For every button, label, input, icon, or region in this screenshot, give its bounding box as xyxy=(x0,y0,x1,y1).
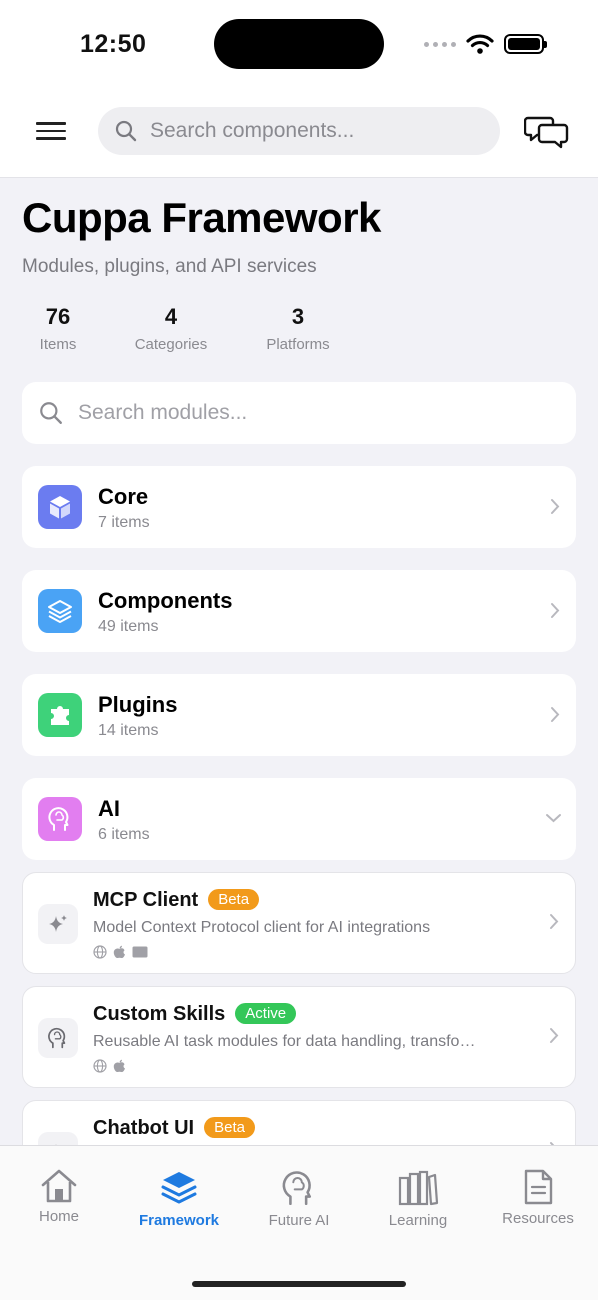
tab-resources[interactable]: Resources xyxy=(483,1168,593,1227)
layers-icon xyxy=(161,1172,197,1204)
category-count: 6 items xyxy=(98,826,150,843)
module-name: MCP Client xyxy=(93,889,199,911)
status-time: 12:50 xyxy=(80,30,147,58)
platform-icons xyxy=(93,1059,126,1073)
home-icon xyxy=(41,1169,77,1203)
platform-icons xyxy=(93,945,148,959)
home-indicator[interactable] xyxy=(192,1281,406,1287)
chat-bubbles-icon xyxy=(523,116,569,149)
brain-icon xyxy=(38,1018,78,1058)
tab-future-ai[interactable]: Future AI xyxy=(244,1168,354,1229)
category-ai[interactable]: AI 6 items xyxy=(22,778,576,860)
stat-categories: 4 Categories xyxy=(126,304,216,353)
tab-label: Resources xyxy=(502,1210,574,1227)
stat-value: 76 xyxy=(45,304,71,329)
status-icons xyxy=(424,30,547,58)
dynamic-island xyxy=(214,19,384,69)
category-count: 14 items xyxy=(98,722,159,739)
brain-icon xyxy=(282,1171,311,1205)
category-name: AI xyxy=(98,796,120,821)
tab-bar: Home Framework Future AI Learning Resour… xyxy=(0,1145,598,1300)
tab-label: Framework xyxy=(138,1212,220,1229)
module-description: Reusable AI task modules for data handli… xyxy=(93,1033,476,1050)
module-search-placeholder: Search modules... xyxy=(78,401,248,424)
battery-icon xyxy=(504,34,547,54)
chevron-right-icon xyxy=(551,707,560,722)
component-search-input[interactable]: Search components... xyxy=(98,107,500,155)
page-title: Cuppa Framework xyxy=(22,194,381,241)
tab-label: Learning xyxy=(388,1212,448,1229)
signal-icon xyxy=(424,41,456,47)
chevron-right-icon xyxy=(551,603,560,618)
tab-framework[interactable]: Framework xyxy=(124,1168,234,1229)
module-name: Custom Skills xyxy=(93,1003,226,1025)
globe-icon xyxy=(93,945,107,959)
tab-home[interactable]: Home xyxy=(4,1168,114,1225)
tab-label: Future AI xyxy=(268,1212,330,1229)
stat-value: 3 xyxy=(291,304,305,329)
stat-label: Items xyxy=(39,336,77,353)
layers-icon xyxy=(38,589,82,633)
module-description: Model Context Protocol client for AI int… xyxy=(93,919,431,936)
category-name: Plugins xyxy=(98,692,178,717)
apple-icon xyxy=(113,945,125,959)
status-badge: Beta xyxy=(204,1117,255,1138)
cube-icon xyxy=(38,485,82,529)
sparkles-icon xyxy=(38,904,78,944)
menu-button[interactable] xyxy=(36,122,68,142)
search-icon xyxy=(40,402,62,424)
stat-label: Platforms xyxy=(266,336,330,353)
category-name: Core xyxy=(98,484,149,509)
stat-label: Categories xyxy=(134,336,208,353)
stat-value: 4 xyxy=(164,304,178,329)
stat-platforms: 3 Platforms xyxy=(258,304,338,353)
globe-icon xyxy=(93,1059,107,1073)
desktop-icon xyxy=(132,946,148,958)
stat-items: 76 Items xyxy=(30,304,86,353)
category-core[interactable]: Core 7 items xyxy=(22,466,576,548)
page-subtitle: Modules, plugins, and API services xyxy=(22,256,317,277)
tab-label: Home xyxy=(38,1208,79,1225)
category-count: 7 items xyxy=(98,514,150,531)
status-badge: Beta xyxy=(208,889,260,910)
brain-icon xyxy=(38,797,82,841)
chevron-right-icon xyxy=(551,499,560,514)
tab-learning[interactable]: Learning xyxy=(363,1168,473,1229)
document-icon xyxy=(524,1169,553,1205)
category-name: Components xyxy=(98,588,233,613)
module-item-mcp-client[interactable]: MCP Client Beta Model Context Protocol cl… xyxy=(22,872,576,974)
category-components[interactable]: Components 49 items xyxy=(22,570,576,652)
category-count: 49 items xyxy=(98,618,159,635)
category-plugins[interactable]: Plugins 14 items xyxy=(22,674,576,756)
chat-button[interactable] xyxy=(523,112,570,152)
search-icon xyxy=(115,120,137,142)
chevron-right-icon xyxy=(550,1028,559,1043)
hamburger-icon xyxy=(36,122,66,125)
module-name: Chatbot UI xyxy=(93,1117,195,1139)
apple-icon xyxy=(113,1059,125,1073)
module-title: Custom Skills Active xyxy=(93,1003,297,1026)
books-icon xyxy=(398,1170,439,1206)
wifi-icon xyxy=(466,34,494,54)
top-bar: 12:50 Search components... xyxy=(0,0,598,178)
module-title: Chatbot UI Beta xyxy=(93,1117,255,1140)
chevron-right-icon xyxy=(550,914,559,929)
chevron-down-icon xyxy=(546,814,561,823)
module-item-custom-skills[interactable]: Custom Skills Active Reusable AI task mod… xyxy=(22,986,576,1088)
module-search-input[interactable]: Search modules... xyxy=(22,382,576,444)
search-placeholder: Search components... xyxy=(150,119,355,142)
status-badge: Active xyxy=(235,1003,297,1024)
puzzle-icon xyxy=(38,693,82,737)
module-title: MCP Client Beta xyxy=(93,889,260,912)
